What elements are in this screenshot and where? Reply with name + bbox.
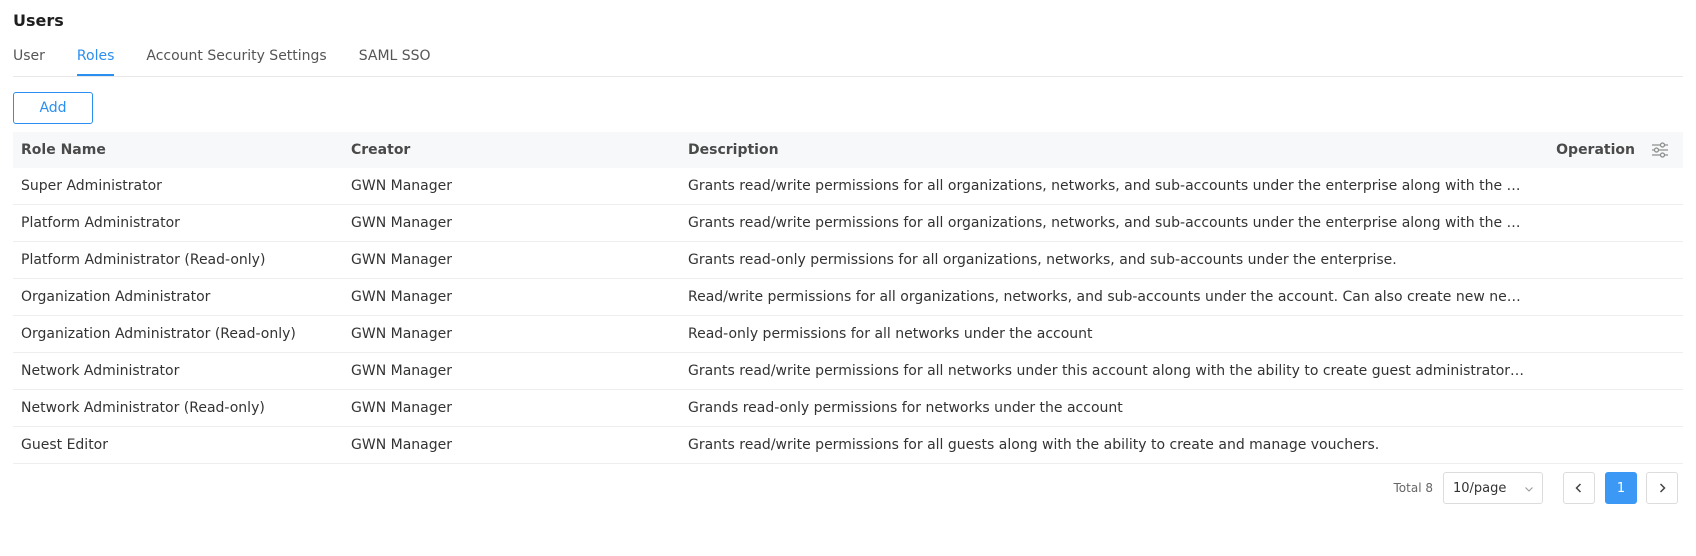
tab-roles[interactable]: Roles xyxy=(76,46,115,76)
cell-creator: GWN Manager xyxy=(351,363,452,379)
next-page-button[interactable] xyxy=(1646,472,1678,504)
tab-account-security-settings[interactable]: Account Security Settings xyxy=(146,46,326,76)
table-row[interactable]: Organization Administrator GWN Manager R… xyxy=(13,279,1683,316)
cell-creator: GWN Manager xyxy=(351,215,452,231)
page-size-select[interactable]: 10/page xyxy=(1443,472,1543,504)
cell-description: Read/write permissions for all organizat… xyxy=(688,289,1534,305)
header-description: Description xyxy=(688,142,779,158)
cell-creator: GWN Manager xyxy=(351,326,452,342)
cell-description: Grants read/write permissions for all or… xyxy=(688,215,1534,231)
chevron-down-icon xyxy=(1524,483,1534,493)
cell-description: Grants read-only permissions for all org… xyxy=(688,252,1397,268)
cell-role-name: Super Administrator xyxy=(21,178,162,194)
chevron-right-icon xyxy=(1656,482,1668,494)
cell-description: Grants read/write permissions for all gu… xyxy=(688,437,1380,453)
page-size-value: 10/page xyxy=(1453,480,1507,496)
cell-description: Read-only permissions for all networks u… xyxy=(688,326,1093,342)
table-row[interactable]: Organization Administrator (Read-only) G… xyxy=(13,316,1683,353)
header-creator: Creator xyxy=(351,142,411,158)
tab-saml-sso[interactable]: SAML SSO xyxy=(359,46,431,76)
tab-user[interactable]: User xyxy=(13,46,45,76)
cell-role-name: Network Administrator xyxy=(21,363,180,379)
header-operation: Operation xyxy=(1534,141,1683,159)
table-row[interactable]: Super Administrator GWN Manager Grants r… xyxy=(13,168,1683,205)
table-row[interactable]: Guest Editor GWN Manager Grants read/wri… xyxy=(13,427,1683,464)
cell-role-name: Organization Administrator xyxy=(21,289,211,305)
cell-description: Grants read/write permissions for all ne… xyxy=(688,363,1534,379)
cell-role-name: Organization Administrator (Read-only) xyxy=(21,326,296,342)
users-page: Users User Roles Account Security Settin… xyxy=(0,0,1696,556)
chevron-left-icon xyxy=(1573,482,1585,494)
header-role-name: Role Name xyxy=(21,142,106,158)
prev-page-button[interactable] xyxy=(1563,472,1595,504)
add-role-button[interactable]: Add xyxy=(13,92,93,124)
pagination: Total 8 10/page 1 xyxy=(1394,472,1678,504)
cell-creator: GWN Manager xyxy=(351,178,452,194)
table-row[interactable]: Platform Administrator (Read-only) GWN M… xyxy=(13,242,1683,279)
cell-role-name: Network Administrator (Read-only) xyxy=(21,400,265,416)
cell-role-name: Guest Editor xyxy=(21,437,109,453)
header-operation-label: Operation xyxy=(1556,142,1635,158)
total-count: Total 8 xyxy=(1393,481,1433,495)
table-row[interactable]: Network Administrator GWN Manager Grants… xyxy=(13,353,1683,390)
cell-description: Grands read-only permissions for network… xyxy=(688,400,1123,416)
table-row[interactable]: Network Administrator (Read-only) GWN Ma… xyxy=(13,390,1683,427)
table-header: Role Name Creator Description Operation xyxy=(13,132,1683,168)
cell-creator: GWN Manager xyxy=(351,437,452,453)
tab-bar: User Roles Account Security Settings SAM… xyxy=(13,46,1683,77)
cell-role-name: Platform Administrator (Read-only) xyxy=(21,252,266,268)
column-settings-icon[interactable] xyxy=(1651,141,1669,159)
cell-description: Grants read/write permissions for all or… xyxy=(688,178,1534,194)
cell-creator: GWN Manager xyxy=(351,400,452,416)
cell-role-name: Platform Administrator xyxy=(21,215,180,231)
page-title: Users xyxy=(13,11,64,30)
cell-creator: GWN Manager xyxy=(351,252,452,268)
cell-creator: GWN Manager xyxy=(351,289,452,305)
table-row[interactable]: Platform Administrator GWN Manager Grant… xyxy=(13,205,1683,242)
roles-table: Role Name Creator Description Operation xyxy=(13,132,1683,464)
page-button-current[interactable]: 1 xyxy=(1605,472,1637,504)
